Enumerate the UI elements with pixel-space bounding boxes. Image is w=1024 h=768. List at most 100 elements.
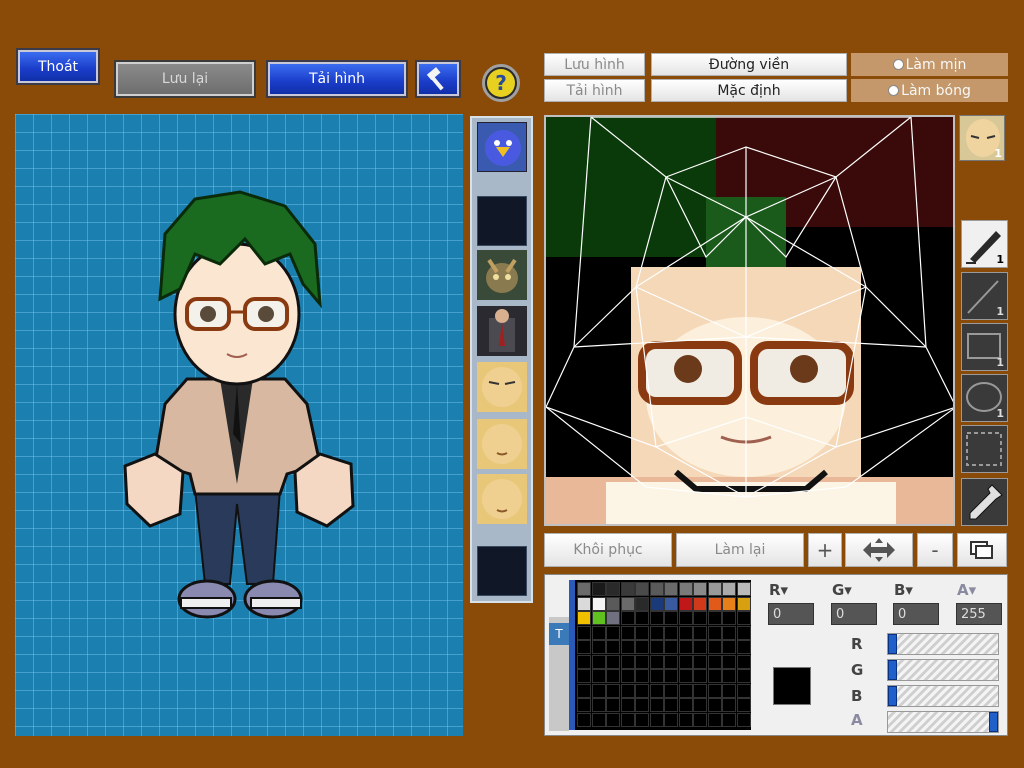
palette-swatch[interactable] [736,712,751,727]
palette-swatch[interactable] [635,611,649,625]
palette-swatch[interactable] [635,698,649,712]
palette-swatch[interactable] [606,582,620,596]
palette-swatch[interactable] [577,669,591,683]
b-slider[interactable] [887,685,999,707]
palette-swatch[interactable] [620,712,635,727]
palette-swatch[interactable] [707,640,722,654]
palette-swatch[interactable] [664,596,678,611]
palette-swatch[interactable] [635,669,649,683]
palette-swatch[interactable] [649,698,664,712]
palette-swatch[interactable] [649,669,664,683]
palette-swatch[interactable] [693,625,707,640]
palette-swatch[interactable] [591,669,606,683]
palette-swatch[interactable] [635,683,649,698]
palette-swatch[interactable] [635,640,649,654]
palette-swatch[interactable] [722,683,736,698]
palette-swatch[interactable] [736,640,751,654]
save-image-button[interactable]: Lưu hình [544,53,645,76]
palette-swatch[interactable] [678,698,693,712]
redo-button[interactable]: Làm lại [676,533,804,567]
palette-swatch[interactable] [707,712,722,727]
hammer-button[interactable] [415,60,461,98]
part-slot-2[interactable] [477,196,527,246]
layer-button[interactable] [957,533,1007,567]
palette-swatch[interactable] [591,698,606,712]
palette-swatch[interactable] [707,654,722,669]
palette-swatch[interactable] [591,582,606,596]
palette-swatch[interactable] [664,654,678,669]
palette-swatch[interactable] [722,625,736,640]
palette-swatch[interactable] [693,596,707,611]
palette-swatch[interactable] [649,582,664,596]
palette-swatch[interactable] [678,640,693,654]
a-input[interactable]: 255 [956,603,1002,625]
palette-swatch[interactable] [664,712,678,727]
palette-swatch[interactable] [707,698,722,712]
palette-swatch[interactable] [664,698,678,712]
palette-swatch[interactable] [707,582,722,596]
palette-swatch[interactable] [577,683,591,698]
palette-swatch[interactable] [649,640,664,654]
palette-swatch[interactable] [620,669,635,683]
palette-swatch[interactable] [722,582,736,596]
zoom-in-button[interactable]: + [808,533,842,567]
palette-swatch[interactable] [722,698,736,712]
palette-swatch[interactable] [736,669,751,683]
palette-swatch[interactable] [736,596,751,611]
palette-swatch[interactable] [678,582,693,596]
palette-swatch[interactable] [736,625,751,640]
outline-button[interactable]: Đường viền [651,53,847,76]
face-preview-thumb[interactable]: 1 [959,115,1005,161]
palette-swatch[interactable] [635,654,649,669]
restore-button[interactable]: Khôi phục [544,533,672,567]
palette-swatch[interactable] [707,625,722,640]
palette-swatch[interactable] [736,698,751,712]
rectangle-tool[interactable]: 1 [961,323,1008,371]
palette-swatch[interactable] [664,582,678,596]
palette-swatch[interactable] [649,712,664,727]
part-slot-5[interactable] [477,362,527,412]
palette-swatch[interactable] [620,640,635,654]
palette-swatch[interactable] [620,596,635,611]
palette-swatch[interactable] [722,640,736,654]
line-tool[interactable]: 1 [961,272,1008,320]
palette-swatch[interactable] [620,625,635,640]
palette-swatch[interactable] [678,611,693,625]
palette-swatch[interactable] [664,683,678,698]
palette-swatch[interactable] [693,654,707,669]
palette-swatch[interactable] [620,582,635,596]
palette-swatch[interactable] [678,596,693,611]
part-slot-7[interactable] [477,474,527,524]
exit-button[interactable]: Thoát [16,48,100,85]
smooth-radio[interactable]: Làm mịn [851,53,1008,76]
part-slot-4[interactable] [477,306,527,356]
b-input[interactable]: 0 [893,603,939,625]
save-button[interactable]: Lưu lại [114,60,256,98]
palette-swatch[interactable] [736,611,751,625]
palette-swatch[interactable] [664,640,678,654]
palette-swatch[interactable] [693,611,707,625]
palette-swatch[interactable] [678,683,693,698]
palette-swatch[interactable] [591,640,606,654]
help-button[interactable]: ? [482,64,520,102]
r-slider[interactable] [887,633,999,655]
palette-swatch[interactable] [678,654,693,669]
palette-swatch[interactable] [649,596,664,611]
palette-swatch[interactable] [693,640,707,654]
palette-swatch[interactable] [606,669,620,683]
palette-swatch[interactable] [736,683,751,698]
palette-swatch[interactable] [693,669,707,683]
palette-swatch[interactable] [736,654,751,669]
palette-swatch[interactable] [736,582,751,596]
palette-swatch[interactable] [649,683,664,698]
ellipse-tool[interactable]: 1 [961,374,1008,422]
palette-swatch[interactable] [635,582,649,596]
r-input[interactable]: 0 [768,603,814,625]
palette-swatch[interactable] [591,712,606,727]
load-image-button[interactable]: Tải hình [544,79,645,102]
palette-swatch[interactable] [722,669,736,683]
palette-swatch[interactable] [693,698,707,712]
g-slider[interactable] [887,659,999,681]
palette-swatch[interactable] [635,596,649,611]
palette-swatch[interactable] [591,596,606,611]
